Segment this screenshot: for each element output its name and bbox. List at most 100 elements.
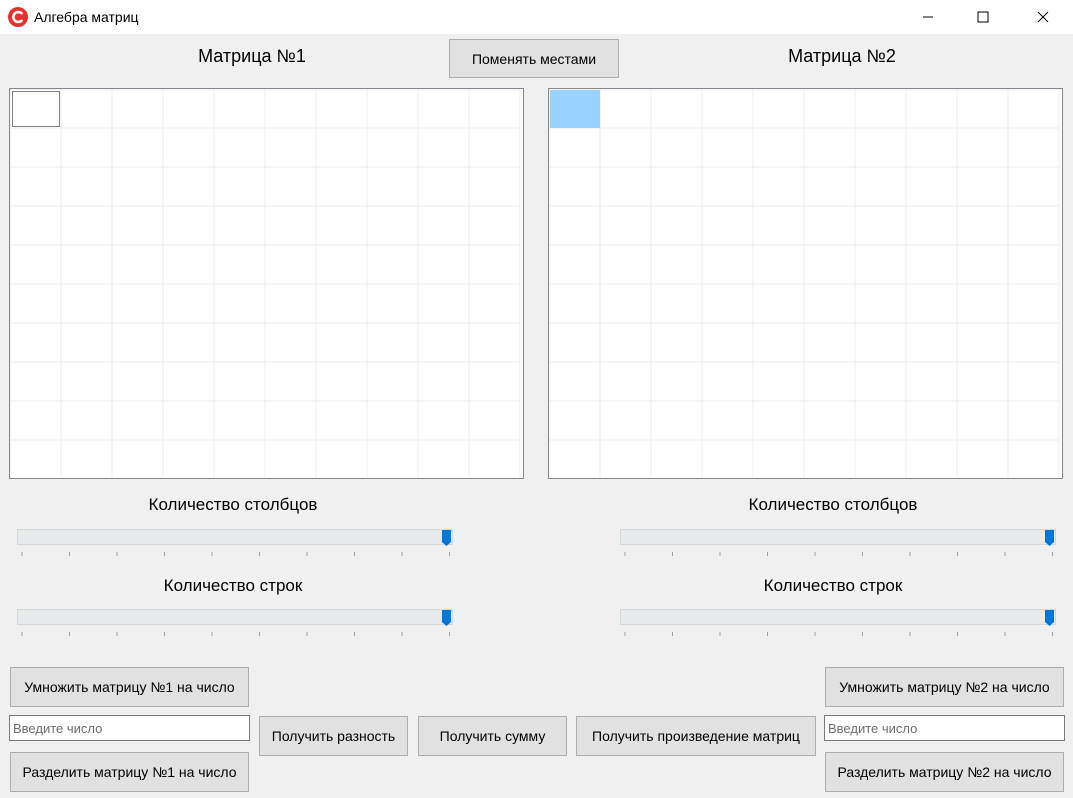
matrix-cell[interactable] (60, 439, 113, 478)
matrix-cell[interactable] (162, 400, 215, 441)
matrix-cell[interactable] (366, 205, 419, 246)
multiply-matrix2-button[interactable]: Умножить матрицу №2 на число (825, 667, 1064, 707)
matrix-cell[interactable] (701, 439, 754, 478)
matrix-cell[interactable] (599, 244, 652, 285)
matrix-cell[interactable] (854, 322, 907, 363)
matrix-cell[interactable] (1007, 127, 1060, 168)
matrix-cell[interactable] (10, 205, 62, 246)
matrix-cell[interactable] (956, 361, 1009, 402)
slider-thumb[interactable] (1045, 610, 1054, 626)
matrix-cell[interactable] (854, 244, 907, 285)
matrix-cell[interactable] (854, 283, 907, 324)
matrix-cell[interactable] (468, 322, 521, 363)
matrix-cell[interactable] (1007, 439, 1060, 478)
matrix-cell[interactable] (752, 205, 805, 246)
matrix-cell[interactable] (162, 89, 215, 129)
matrix-cell[interactable] (264, 205, 317, 246)
matrix-cell[interactable] (213, 400, 266, 441)
matrix-cell[interactable] (803, 400, 856, 441)
matrix-cell[interactable] (956, 166, 1009, 207)
matrix-cell[interactable] (549, 127, 601, 168)
matrix-cell[interactable] (315, 361, 368, 402)
matrix-cell[interactable] (213, 244, 266, 285)
matrix-cell[interactable] (264, 166, 317, 207)
matrix-cell[interactable] (10, 89, 62, 129)
matrix-cell[interactable] (803, 127, 856, 168)
matrix-cell[interactable] (60, 400, 113, 441)
slider-thumb[interactable] (442, 530, 451, 546)
matrix-cell[interactable] (60, 283, 113, 324)
matrix-cell[interactable] (417, 89, 470, 129)
matrix-cell[interactable] (468, 283, 521, 324)
matrix-cell[interactable] (60, 166, 113, 207)
matrix-cell[interactable] (111, 361, 164, 402)
divide-matrix2-button[interactable]: Разделить матрицу №2 на число (825, 752, 1064, 792)
slider-thumb[interactable] (1045, 530, 1054, 546)
matrix-cell[interactable] (599, 205, 652, 246)
matrix-cell[interactable] (315, 400, 368, 441)
matrix-cell[interactable] (803, 244, 856, 285)
matrix-cell[interactable] (599, 400, 652, 441)
matrix-cell[interactable] (10, 400, 62, 441)
matrix-cell[interactable] (956, 205, 1009, 246)
matrix-cell[interactable] (650, 400, 703, 441)
matrix-cell[interactable] (905, 166, 958, 207)
matrix-cell[interactable] (549, 400, 601, 441)
matrix-cell[interactable] (1007, 244, 1060, 285)
matrix-cell[interactable] (599, 439, 652, 478)
matrix-cell[interactable] (752, 400, 805, 441)
multiply-matrix1-button[interactable]: Умножить матрицу №1 на число (10, 667, 249, 707)
matrix-cell[interactable] (315, 89, 368, 129)
matrix1-columns-slider[interactable] (17, 529, 453, 557)
matrix-cell[interactable] (10, 166, 62, 207)
matrix-cell[interactable] (213, 322, 266, 363)
matrix-cell[interactable] (701, 244, 754, 285)
matrix-cell[interactable] (650, 283, 703, 324)
matrix-cell[interactable] (1007, 361, 1060, 402)
matrix-cell[interactable] (752, 361, 805, 402)
product-button[interactable]: Получить произведение матриц (576, 716, 816, 756)
matrix-cell[interactable] (1007, 89, 1060, 129)
matrix-cell[interactable] (803, 166, 856, 207)
matrix1-cells[interactable] (10, 89, 523, 478)
matrix-cell[interactable] (111, 244, 164, 285)
matrix-cell[interactable] (701, 127, 754, 168)
matrix-cell[interactable] (60, 127, 113, 168)
matrix2-grid[interactable] (548, 88, 1063, 479)
matrix-cell[interactable] (905, 361, 958, 402)
matrix-cell[interactable] (417, 439, 470, 478)
matrix-cell[interactable] (213, 127, 266, 168)
matrix-cell[interactable] (905, 89, 958, 129)
matrix-cell[interactable] (10, 283, 62, 324)
matrix-cell[interactable] (315, 439, 368, 478)
matrix-cell[interactable] (752, 166, 805, 207)
matrix-cell[interactable] (905, 205, 958, 246)
matrix-cell[interactable] (264, 283, 317, 324)
matrix-cell[interactable] (162, 283, 215, 324)
matrix-cell[interactable] (468, 400, 521, 441)
matrix-cell[interactable] (854, 89, 907, 129)
matrix-cell[interactable] (956, 439, 1009, 478)
matrix-cell[interactable] (650, 89, 703, 129)
matrix-cell[interactable] (60, 244, 113, 285)
matrix-cell[interactable] (60, 322, 113, 363)
matrix-cell[interactable] (905, 322, 958, 363)
matrix-cell[interactable] (599, 322, 652, 363)
matrix-cell[interactable] (417, 127, 470, 168)
selected-cell[interactable] (550, 90, 600, 128)
matrix-cell[interactable] (905, 439, 958, 478)
matrix-cell[interactable] (10, 439, 62, 478)
matrix-cell[interactable] (10, 244, 62, 285)
matrix-cell[interactable] (417, 205, 470, 246)
slider-thumb[interactable] (442, 610, 451, 626)
matrix-cell[interactable] (417, 400, 470, 441)
matrix-cell[interactable] (956, 127, 1009, 168)
matrix-cell[interactable] (162, 361, 215, 402)
matrix-cell[interactable] (752, 322, 805, 363)
matrix-cell[interactable] (264, 322, 317, 363)
matrix-cell[interactable] (213, 283, 266, 324)
matrix-cell[interactable] (111, 89, 164, 129)
matrix-cell[interactable] (264, 439, 317, 478)
matrix-cell[interactable] (315, 244, 368, 285)
matrix-cell[interactable] (549, 322, 601, 363)
